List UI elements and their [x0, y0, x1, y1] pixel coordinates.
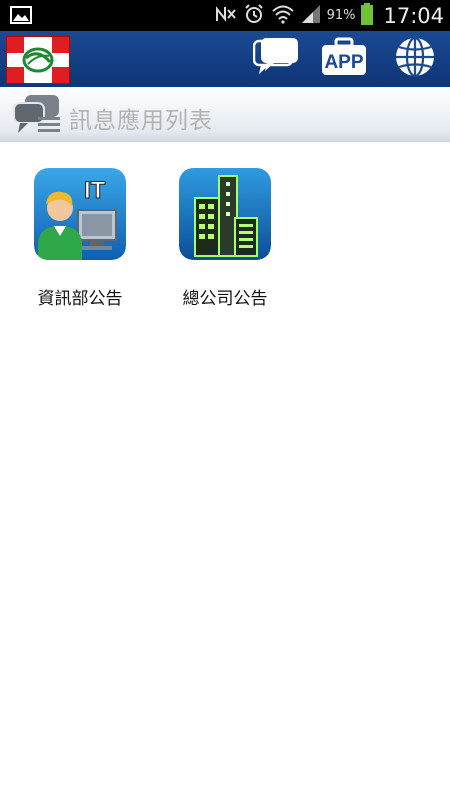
battery-icon [361, 2, 374, 29]
nav-messages-button[interactable] [246, 31, 306, 87]
company-logo [6, 36, 70, 84]
clock: 17:04 [383, 3, 444, 28]
signal-off-icon [215, 5, 237, 27]
app-tile-label: 資訊部公告 [37, 289, 123, 309]
head-office-building-icon [179, 168, 271, 260]
app-tile-it-announcements[interactable]: IT 資訊部公告 [20, 168, 140, 309]
it-department-icon: IT [34, 168, 126, 260]
image-notification-icon [10, 6, 32, 28]
app-tile-head-office-announcements[interactable]: 總公司公告 [165, 168, 285, 309]
wifi-icon [271, 4, 295, 28]
nav-web-button[interactable] [385, 31, 445, 87]
svg-text:IT: IT [84, 177, 106, 204]
globe-icon [393, 35, 437, 83]
app-label: APP [324, 52, 364, 73]
section-title: 訊息應用列表 [69, 108, 213, 134]
status-bar: 91% 17:04 [0, 0, 450, 31]
app-header: APP [0, 31, 450, 114]
battery-percent: 91% [326, 8, 356, 23]
app-tile-label: 總公司公告 [182, 289, 268, 309]
chat-bubble-icon [252, 37, 299, 81]
nav-apps-button[interactable]: APP [314, 31, 374, 87]
alarm-icon [243, 3, 265, 29]
cell-signal-icon [301, 4, 321, 28]
section-header: 訊息應用列表 [0, 87, 450, 142]
